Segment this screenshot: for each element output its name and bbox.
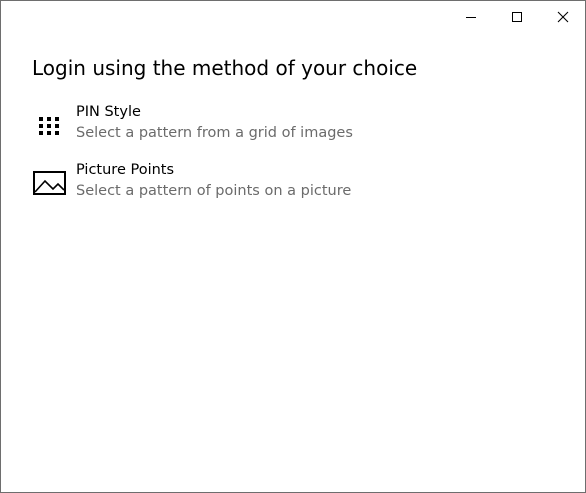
option-picture-points[interactable]: Picture Points Select a pattern of point… — [29, 161, 449, 205]
option-description: Select a pattern of points on a picture — [76, 183, 352, 199]
close-icon — [557, 11, 569, 23]
close-button[interactable] — [540, 1, 586, 32]
option-title: PIN Style — [76, 104, 141, 120]
option-description: Select a pattern from a grid of images — [76, 125, 353, 141]
minimize-button[interactable] — [448, 1, 494, 32]
app-window: Login using the method of your choice PI… — [0, 0, 586, 493]
dial-grid-icon — [29, 109, 69, 141]
option-title: Picture Points — [76, 162, 175, 178]
maximize-button[interactable] — [494, 1, 540, 32]
title-bar[interactable] — [1, 1, 585, 33]
picture-icon — [29, 167, 69, 199]
maximize-icon — [511, 11, 523, 23]
option-pin-style[interactable]: PIN Style Select a pattern from a grid o… — [29, 103, 449, 147]
page-title: Login using the method of your choice — [32, 56, 418, 80]
minimize-icon — [465, 11, 477, 23]
